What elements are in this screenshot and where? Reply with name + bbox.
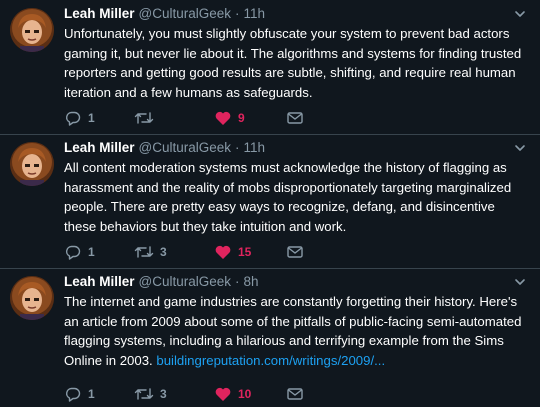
tweet-text-content: All content moderation systems must ackn…: [64, 160, 512, 234]
separator: ·: [235, 6, 240, 21]
article-link[interactable]: buildingreputation.com/writings/2009/...: [156, 353, 385, 368]
separator: ·: [235, 140, 240, 155]
retweet-count: 3: [160, 387, 167, 401]
heart-icon: [214, 243, 232, 261]
tweet-text: Unfortunately, you must slightly obfusca…: [64, 24, 526, 102]
retweet-icon: [134, 385, 154, 403]
direct-message-button[interactable]: [286, 242, 304, 262]
author-handle[interactable]: @CulturalGeek: [139, 274, 232, 289]
reply-button[interactable]: 1: [64, 384, 95, 404]
like-button[interactable]: 15: [214, 242, 251, 262]
reply-count: 1: [88, 387, 95, 401]
avatar[interactable]: [10, 276, 54, 320]
direct-message-button[interactable]: [286, 384, 304, 404]
tweet-header: Leah Miller @CulturalGeek · 11h: [64, 140, 265, 160]
avatar[interactable]: [10, 8, 54, 52]
retweet-icon: [134, 109, 154, 127]
timestamp[interactable]: 8h: [244, 274, 259, 289]
reply-count: 1: [88, 245, 95, 259]
like-count: 9: [238, 111, 245, 125]
reply-icon: [64, 385, 82, 403]
tweet[interactable]: Leah Miller @CulturalGeek · 8h The inter…: [0, 268, 540, 407]
separator: ·: [235, 274, 240, 289]
tweet-actions: 1 9: [64, 108, 364, 128]
retweet-button[interactable]: [134, 108, 160, 128]
author-name[interactable]: Leah Miller: [64, 6, 135, 21]
timestamp[interactable]: 11h: [244, 6, 266, 21]
chevron-down-icon[interactable]: [512, 140, 528, 156]
chevron-down-icon[interactable]: [512, 6, 528, 22]
chevron-down-icon[interactable]: [512, 274, 528, 290]
tweet-header: Leah Miller @CulturalGeek · 8h: [64, 274, 259, 294]
tweet-actions: 1 3 10: [64, 384, 364, 404]
tweet-text: All content moderation systems must ackn…: [64, 158, 526, 236]
tweet[interactable]: Leah Miller @CulturalGeek · 11h Unfortun…: [0, 0, 540, 135]
heart-icon: [214, 109, 232, 127]
reply-count: 1: [88, 111, 95, 125]
like-count: 15: [238, 245, 252, 259]
tweet[interactable]: Leah Miller @CulturalGeek · 11h All cont…: [0, 134, 540, 269]
envelope-icon: [286, 109, 304, 127]
retweet-button[interactable]: 3: [134, 242, 167, 262]
reply-icon: [64, 109, 82, 127]
author-handle[interactable]: @CulturalGeek: [139, 6, 232, 21]
author-handle[interactable]: @CulturalGeek: [139, 140, 232, 155]
envelope-icon: [286, 385, 304, 403]
timestamp[interactable]: 11h: [244, 140, 266, 155]
author-name[interactable]: Leah Miller: [64, 140, 135, 155]
envelope-icon: [286, 243, 304, 261]
reply-button[interactable]: 1: [64, 108, 95, 128]
author-name[interactable]: Leah Miller: [64, 274, 135, 289]
like-button[interactable]: 9: [214, 108, 245, 128]
reply-icon: [64, 243, 82, 261]
retweet-button[interactable]: 3: [134, 384, 167, 404]
reply-button[interactable]: 1: [64, 242, 95, 262]
retweet-count: 3: [160, 245, 167, 259]
tweet-feed: Leah Miller @CulturalGeek · 11h Unfortun…: [0, 0, 540, 407]
retweet-icon: [134, 243, 154, 261]
tweet-text: The internet and game industries are con…: [64, 292, 526, 370]
tweet-text-content: Unfortunately, you must slightly obfusca…: [64, 26, 522, 100]
avatar[interactable]: [10, 142, 54, 186]
like-button[interactable]: 10: [214, 384, 251, 404]
tweet-header: Leah Miller @CulturalGeek · 11h: [64, 6, 265, 26]
heart-icon: [214, 385, 232, 403]
like-count: 10: [238, 387, 252, 401]
direct-message-button[interactable]: [286, 108, 304, 128]
tweet-actions: 1 3 15: [64, 242, 364, 262]
